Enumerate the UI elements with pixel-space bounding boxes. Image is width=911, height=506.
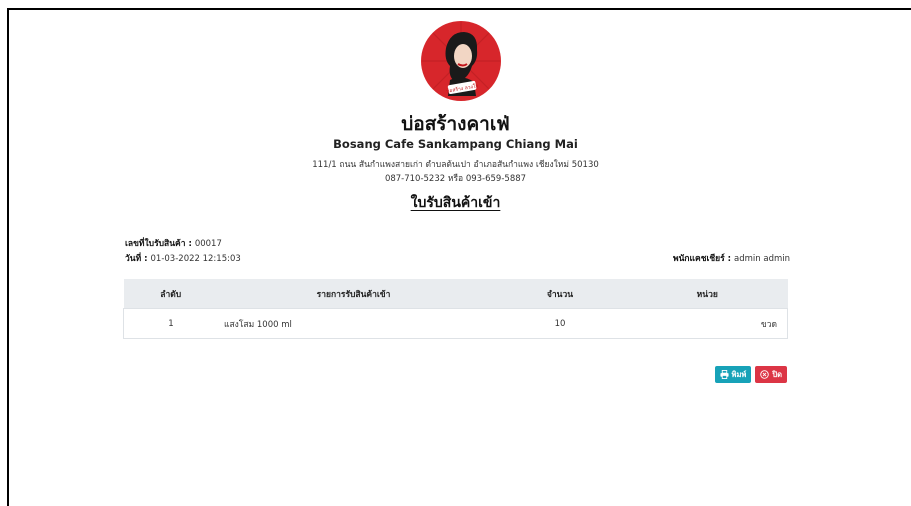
print-button-label: พิมพ์ [731, 369, 747, 379]
receipt-date: วันที่ : 01-03-2022 12:15:03 [125, 251, 241, 265]
header-item: รายการรับสินค้าเข้า [316, 289, 391, 300]
document-title-text: ใบรับสินค้าเข้า [410, 195, 501, 211]
receipt-date-value: 01-03-2022 12:15:03 [150, 254, 241, 264]
cashier-value: admin admin [734, 254, 790, 264]
header-index: ลำดับ [160, 289, 182, 300]
shop-name-thai: บ่อสร้างคาเฟ่ [401, 113, 510, 135]
cashier-info: พนักแคชเชียร์ : admin admin [673, 251, 790, 265]
action-buttons: พิมพ์ ปิด [714, 366, 787, 383]
shop-address: 111/1 ถนน สันกำแพงสายเก่า ตำบลต้นเปา อำเ… [312, 160, 599, 170]
cell-item: แสงโสม 1000 ml [218, 308, 489, 339]
close-button[interactable]: ปิด [755, 366, 787, 383]
shop-name-english: Bosang Cafe Sankampang Chiang Mai [333, 137, 578, 151]
table-row: 1 แสงโสม 1000 ml 10 ขวด [123, 308, 788, 339]
receipt-number-value: 00017 [194, 239, 222, 249]
shop-phone: 087-710-5232 หรือ 093-659-5887 [384, 174, 527, 184]
table-header-row: ลำดับ รายการรับสินค้าเข้า จำนวน หน่วย [123, 279, 788, 309]
cell-index: 1 [123, 308, 218, 339]
cashier-label: พนักแคชเชียร์ : [672, 254, 735, 264]
receipt-number: เลขที่ใบรับสินค้า : 00017 [125, 236, 222, 250]
shop-logo: บ่อสร้าง ลวงใจ [420, 20, 502, 102]
close-button-label: ปิด [772, 369, 782, 379]
printer-icon [719, 370, 729, 379]
cell-quantity: 10 [489, 308, 631, 339]
print-button[interactable]: พิมพ์ [714, 366, 752, 383]
items-table: ลำดับ รายการรับสินค้าเข้า จำนวน หน่วย 1 … [123, 279, 788, 339]
header-quantity: จำนวน [546, 289, 574, 300]
header-unit: หน่วย [696, 289, 718, 300]
receipt-date-label: วันที่ : [125, 254, 151, 264]
receipt-number-label: เลขที่ใบรับสินค้า : [125, 239, 195, 249]
cell-unit: ขวด [631, 308, 788, 339]
document-title: ใบรับสินค้าเข้า [0, 192, 911, 214]
close-circle-icon [760, 370, 770, 379]
